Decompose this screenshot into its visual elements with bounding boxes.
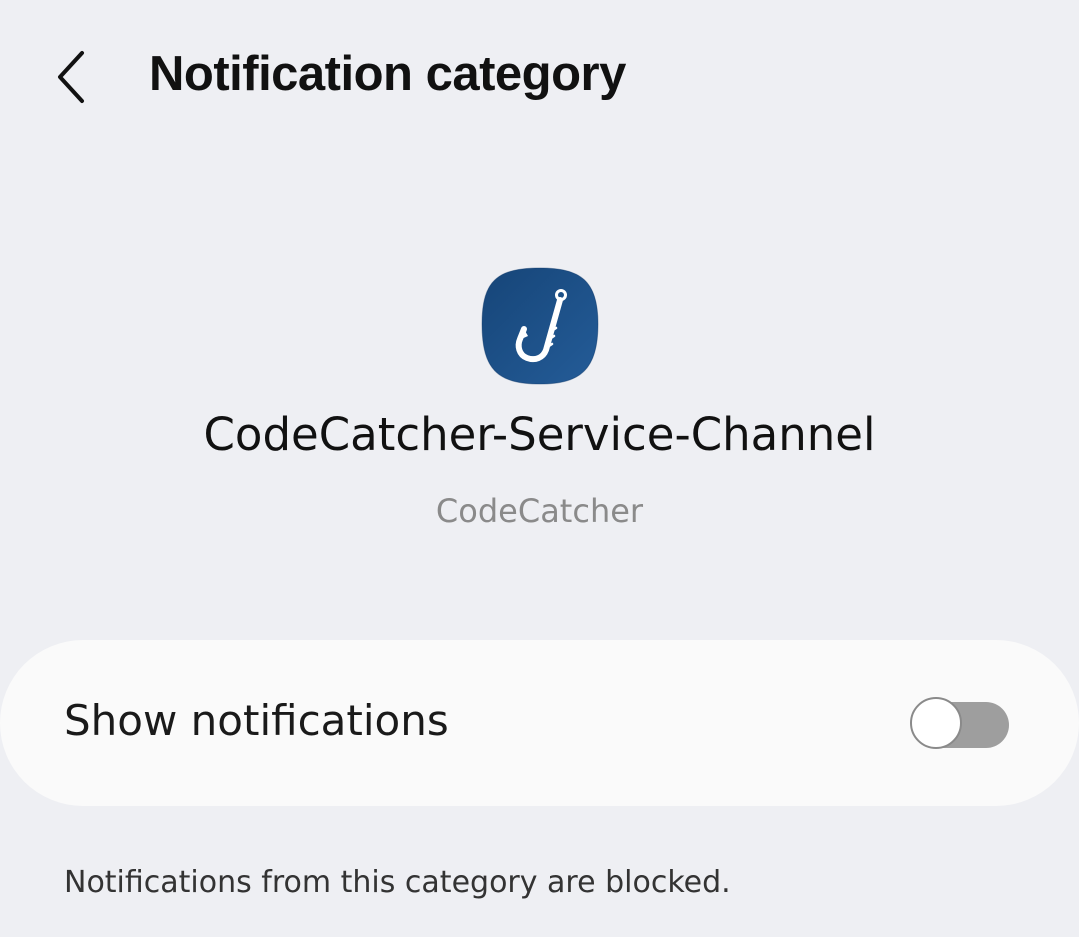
show-notifications-toggle[interactable]: [910, 697, 1010, 753]
app-name: CodeCatcher: [435, 492, 644, 530]
top-app-bar: Notification category: [0, 0, 1079, 160]
show-notifications-label: Show notifications: [64, 696, 449, 745]
fish-hook-icon: [481, 267, 599, 385]
channel-name: CodeCatcher-Service-Channel: [203, 408, 876, 461]
blocked-message: Notifications from this category are blo…: [64, 865, 731, 900]
app-icon: [480, 266, 600, 386]
back-button[interactable]: [52, 40, 124, 114]
chevron-left-icon: [58, 51, 84, 103]
toggle-knob: [910, 697, 962, 749]
page-title: Notification category: [149, 47, 626, 101]
